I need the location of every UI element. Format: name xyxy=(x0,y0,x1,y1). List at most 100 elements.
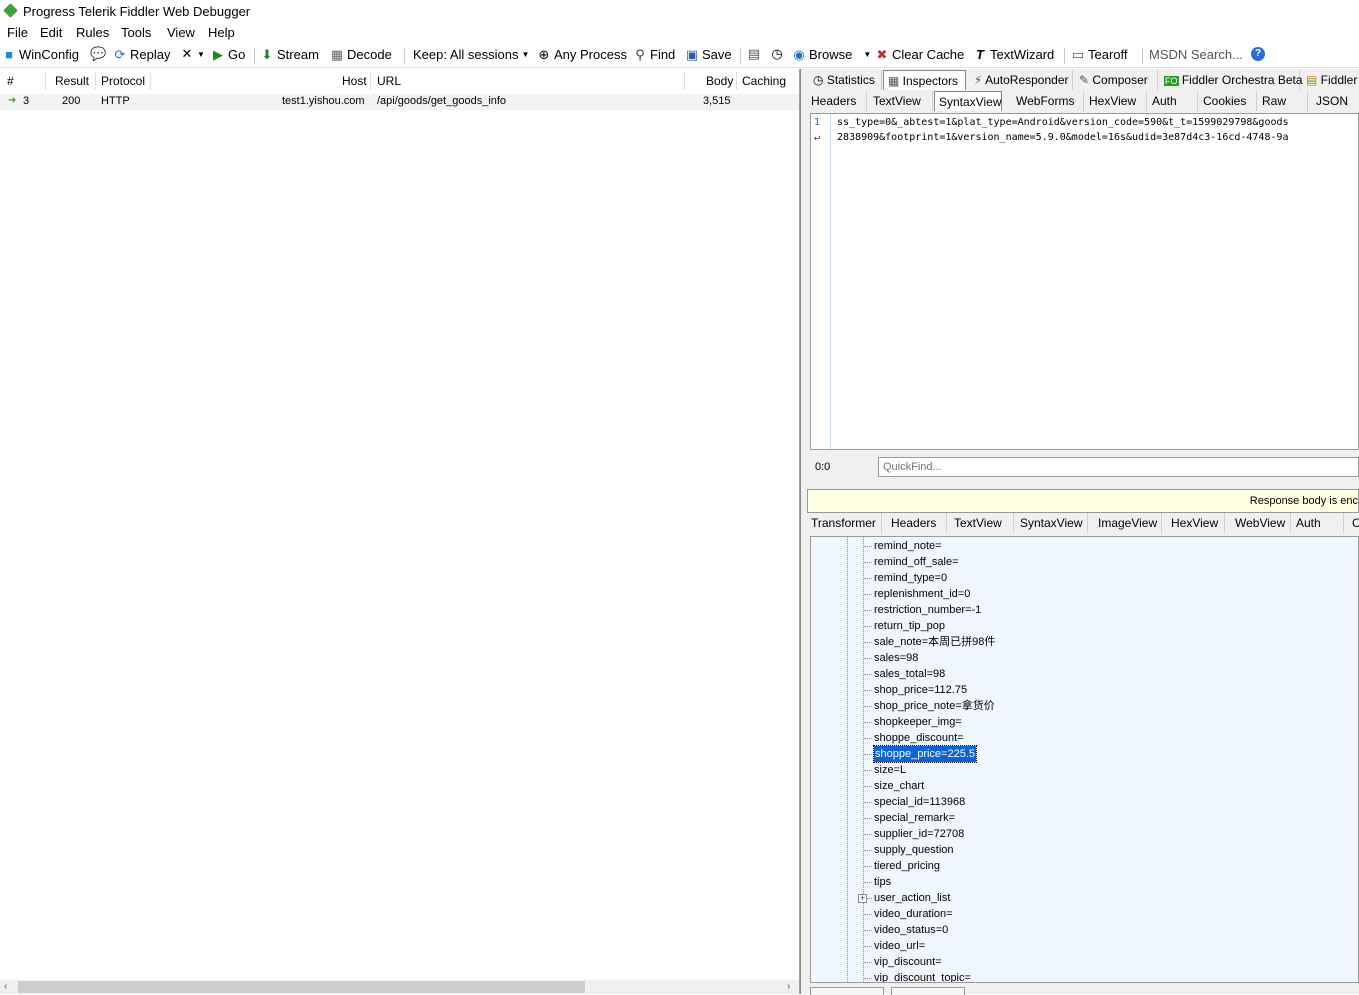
tab-request-syntaxview[interactable]: SyntaxView xyxy=(934,91,1002,111)
tab-fiddler-script[interactable]: ▤ Fiddler xyxy=(1302,70,1359,90)
keep-sessions-dropdown[interactable]: Keep: All sessions ▼ xyxy=(413,47,529,62)
table-row[interactable]: ➜ 3 200 HTTP test1.yishou.com /api/goods… xyxy=(0,94,799,110)
tree-node[interactable]: restriction_number=-1 xyxy=(874,602,981,618)
tree-node[interactable]: remind_off_sale= xyxy=(874,554,959,570)
tab-fiddler-orchestra[interactable]: FO Fiddler Orchestra Beta xyxy=(1160,70,1303,90)
tree-node[interactable]: tiered_pricing xyxy=(874,858,940,874)
tab-response-syntaxview[interactable]: SyntaxView xyxy=(1016,513,1088,533)
tab-request-auth[interactable]: Auth xyxy=(1148,91,1198,111)
menu-rules[interactable]: Rules xyxy=(76,25,109,40)
tearoff-button[interactable]: ▭ Tearoff xyxy=(1071,47,1128,62)
quickfind-input[interactable] xyxy=(878,457,1359,477)
winconfig-button[interactable]: ■ WinConfig xyxy=(2,47,79,62)
tree-node[interactable]: size_chart xyxy=(874,778,924,794)
tree-node[interactable]: shoppe_discount= xyxy=(874,730,964,746)
menu-edit[interactable]: Edit xyxy=(40,25,62,40)
timer-button[interactable]: ◷ xyxy=(770,47,784,61)
decode-button[interactable]: ▦ Decode xyxy=(330,47,392,62)
clear-cache-icon: ✖ xyxy=(876,46,888,62)
scroll-right-icon[interactable]: › xyxy=(787,981,790,992)
tab-composer[interactable]: ✎ Composer xyxy=(1075,70,1158,90)
tree-node[interactable]: size=L xyxy=(874,762,906,778)
tree-node[interactable]: special_remark= xyxy=(874,810,955,826)
column-header-result[interactable]: Result xyxy=(55,71,89,91)
menu-help[interactable]: Help xyxy=(208,25,235,40)
replay-button[interactable]: ⟳ Replay xyxy=(113,47,171,62)
go-button[interactable]: ▶ Go xyxy=(211,47,245,62)
tab-response-imageview[interactable]: ImageView xyxy=(1094,513,1162,533)
tree-node[interactable]: tips xyxy=(874,874,891,890)
stream-button[interactable]: ⬇ Stream xyxy=(260,47,319,62)
find-button[interactable]: ⚲ Find xyxy=(633,47,675,62)
tree-node[interactable]: video_status=0 xyxy=(874,922,948,938)
textwizard-button[interactable]: T TextWizard xyxy=(973,47,1054,62)
tab-request-raw[interactable]: Raw xyxy=(1258,91,1308,111)
tab-request-webforms[interactable]: WebForms xyxy=(1012,91,1084,111)
tree-node[interactable]: sales=98 xyxy=(874,650,918,666)
toolbar-divider xyxy=(404,48,405,64)
msdn-search-input[interactable]: MSDN Search... xyxy=(1149,47,1243,62)
tab-request-headers[interactable]: Headers xyxy=(807,91,867,111)
tree-node[interactable]: special_id=113968 xyxy=(874,794,965,810)
tab-inspectors[interactable]: ▦ Inspectors xyxy=(883,70,966,90)
screenshot-button[interactable]: ▤ xyxy=(747,47,761,61)
tree-node[interactable]: video_duration= xyxy=(874,906,953,922)
remove-button[interactable]: ✕ ▼ xyxy=(180,47,205,61)
help-button[interactable]: ? xyxy=(1251,47,1265,61)
tree-node[interactable]: sale_note=本周已拼98件 xyxy=(874,634,995,650)
comment-button[interactable]: 💬 xyxy=(90,47,106,61)
column-header-id[interactable]: # xyxy=(7,71,14,91)
column-header-body[interactable]: Body xyxy=(706,71,733,91)
menu-view[interactable]: View xyxy=(167,25,195,40)
clear-cache-button[interactable]: ✖ Clear Cache xyxy=(875,46,965,62)
tab-response-hexview[interactable]: HexView xyxy=(1167,513,1225,533)
tab-response-cookies[interactable]: C xyxy=(1348,513,1359,533)
tab-response-headers[interactable]: Headers xyxy=(887,513,947,533)
pane-splitter[interactable] xyxy=(800,69,807,994)
tab-response-textview[interactable]: TextView xyxy=(950,513,1014,533)
tree-node[interactable]: vip_discount_topic= xyxy=(874,970,971,982)
tree-node[interactable]: video_url= xyxy=(874,938,925,954)
tree-node[interactable]: supplier_id=72708 xyxy=(874,826,964,842)
menu-tools[interactable]: Tools xyxy=(121,25,151,40)
scroll-left-icon[interactable]: ‹ xyxy=(4,981,7,992)
tab-response-transformer[interactable]: Transformer xyxy=(807,513,882,533)
tab-autoresponder[interactable]: ⚡ AutoResponder xyxy=(970,70,1073,90)
tree-node[interactable]: remind_note= xyxy=(874,538,942,554)
browse-button[interactable]: ◉ Browse ▼ xyxy=(792,47,871,62)
tab-response-auth[interactable]: Auth xyxy=(1292,513,1344,533)
tree-node[interactable]: vip_discount= xyxy=(874,954,942,970)
tab-request-textview[interactable]: TextView xyxy=(869,91,933,111)
tree-node[interactable]: shopkeeper_img= xyxy=(874,714,962,730)
column-header-protocol[interactable]: Protocol xyxy=(101,71,145,91)
column-header-host[interactable]: Host xyxy=(342,71,367,91)
tree-node[interactable]: sales_total=98 xyxy=(874,666,945,682)
save-button[interactable]: ▣ Save xyxy=(685,47,732,62)
play-icon: ▶ xyxy=(213,46,223,62)
column-divider xyxy=(684,72,685,90)
response-json-tree[interactable]: remind_note= remind_off_sale= remind_type=… xyxy=(810,536,1359,983)
tab-request-json[interactable]: JSON xyxy=(1312,91,1359,111)
tab-statistics[interactable]: ◷ Statistics xyxy=(809,70,882,90)
request-syntax-editor[interactable] xyxy=(810,113,1359,450)
tree-node[interactable]: shop_price=112.75 xyxy=(874,682,967,698)
main-tabs: ◷ Statistics ▦ Inspectors ⚡ AutoResponde… xyxy=(807,70,1359,90)
scrollbar-thumb[interactable] xyxy=(18,981,585,993)
tree-node[interactable]: shop_price_note=拿货价 xyxy=(874,698,995,714)
column-header-caching[interactable]: Caching xyxy=(742,71,786,91)
tab-request-cookies[interactable]: Cookies xyxy=(1199,91,1257,111)
tree-node[interactable]: supply_question xyxy=(874,842,954,858)
menu-file[interactable]: File xyxy=(7,25,28,40)
tree-node[interactable]: return_tip_pop xyxy=(874,618,945,634)
expand-icon[interactable]: + xyxy=(858,894,867,903)
tree-node[interactable]: remind_type=0 xyxy=(874,570,947,586)
tree-node[interactable]: shoppe_price=225.5 xyxy=(873,745,977,763)
tab-request-hexview[interactable]: HexView xyxy=(1085,91,1147,111)
cursor-position: 0:0 xyxy=(815,461,831,473)
response-encoded-banner[interactable]: Response body is enc xyxy=(807,489,1359,513)
tab-response-webview[interactable]: WebView xyxy=(1231,513,1291,533)
column-header-url[interactable]: URL xyxy=(377,71,401,91)
tree-node[interactable]: user_action_list xyxy=(874,890,950,906)
tree-node[interactable]: replenishment_id=0 xyxy=(874,586,970,602)
any-process-button[interactable]: ⊕ Any Process xyxy=(537,47,627,62)
